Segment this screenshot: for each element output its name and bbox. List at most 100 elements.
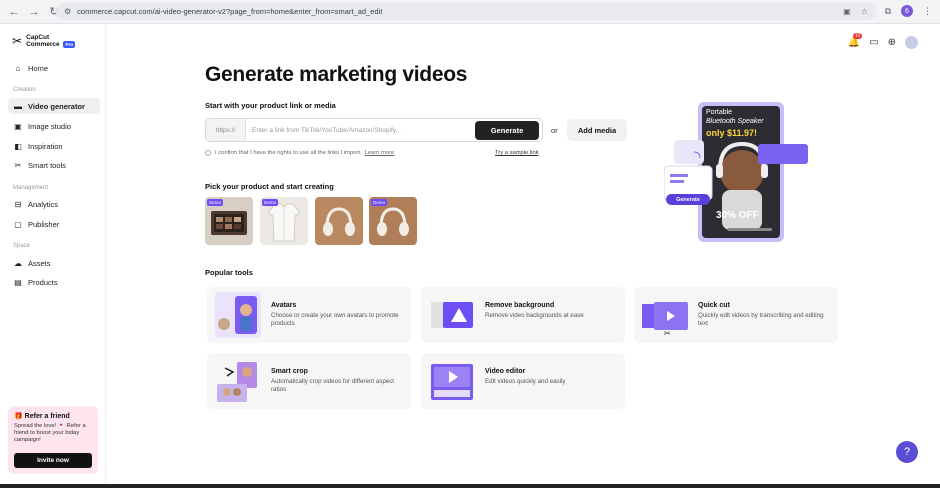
pick-product-heading: Pick your product and start creating [205,182,334,191]
help-button[interactable]: ? [896,441,918,463]
back-icon[interactable]: ← [6,4,22,20]
sidebar-item-publisher[interactable]: ▢ Publisher [8,216,100,232]
header-actions: 🔔 10 ▭ ⊕ [848,33,918,49]
product-thumb-palette[interactable]: Demo [205,197,253,245]
tool-title: Avatars [271,302,297,309]
brand-subname: Commerce [26,41,60,49]
notification-icon[interactable]: 🔔 10 [848,33,863,48]
user-avatar[interactable] [905,36,918,49]
tool-title: Remove background [485,302,555,309]
brand-name: CapCut [26,34,50,41]
url-text: commerce.capcut.com/ai-video-generator-v… [77,7,383,16]
sidebar-item-label: Products [28,277,58,287]
demo-tag: Demo [371,199,388,206]
cloud-icon: ☁ [14,258,22,268]
tool-description: Quickly edit videos by transcribing and … [698,312,824,327]
smart-crop-thumbnail [215,358,261,404]
extensions-icon[interactable]: ⧉ [885,6,891,17]
video-editor-thumbnail [429,358,475,404]
product-thumb-headphones-2[interactable]: Demo [369,197,417,245]
page-title: Generate marketing videos [205,63,468,86]
tool-description: Remove video backgrounds at ease [485,312,584,319]
demo-tag: Demo [207,199,224,206]
invite-now-button[interactable]: Invite now [14,453,92,468]
sidebar-item-label: Smart tools [28,160,66,170]
sidebar-item-label: Analytics [28,199,59,209]
demo-tag: Demo [262,199,279,206]
or-label: or [551,126,558,135]
hero-price: only $11.97! [706,128,758,138]
menu-icon[interactable]: ⋮ [923,6,932,17]
video-icon: ▬ [14,101,22,111]
svg-text:✂: ✂ [664,329,671,338]
sidebar-item-assets[interactable]: ☁ Assets [8,255,100,271]
product-thumb-headphones-1[interactable] [315,197,363,245]
generate-button[interactable]: Generate [475,121,539,140]
consent-row: I confirm that I have the rights to use … [205,150,394,156]
tool-description: Automatically crop videos for different … [271,378,395,393]
hero-illustration: Portable Bluetooth Speaker only $11.97! … [663,100,814,245]
install-icon[interactable]: ▣ [843,7,851,16]
tool-title: Smart crop [271,368,308,375]
popular-tools-heading: Popular tools [205,268,253,277]
section-label-management: Management [13,185,49,191]
hero-line1: Portable [706,109,733,116]
tool-card-remove-background[interactable]: Remove background Remove video backgroun… [421,287,625,343]
site-info-icon[interactable]: ⚙ [64,7,71,16]
tool-card-smart-crop[interactable]: Smart crop Automatically crop videos for… [207,353,411,409]
smart-tools-icon: ✂ [14,160,22,170]
protocol-prefix: https:// [206,119,246,141]
hero-line2: Bluetooth Speaker [706,118,764,125]
sidebar-item-smart-tools[interactable]: ✂ Smart tools [8,157,100,173]
pro-badge: Pro [63,41,75,48]
tool-card-video-editor[interactable]: Video editor Edit videos quickly and eas… [421,353,625,409]
taskbar-edge [0,484,940,488]
learn-more-link[interactable]: Learn more [365,150,395,156]
tool-card-avatars[interactable]: Avatars Choose or create your own avatar… [207,287,411,343]
gift-icon: 🎁 [14,413,25,420]
tool-description: Choose or create your own avatars to pro… [271,312,399,327]
tool-card-quick-cut[interactable]: ✂ Quick cut Quickly edit videos by trans… [634,287,838,343]
home-icon: ⌂ [15,63,21,73]
refer-title: Refer a friend [24,413,70,420]
sidebar-item-inspiration[interactable]: ◧ Inspiration [8,138,100,154]
refer-card: 🎁 Refer a friend Spread the love! 💌 Refe… [8,406,98,474]
consent-text: I confirm that I have the rights to use … [215,150,362,156]
sidebar-item-label: Assets [28,258,51,268]
section-label-creation: Creation [13,87,36,93]
cart-icon[interactable]: ▭ [869,37,878,48]
notification-count: 10 [852,33,863,39]
sidebar-item-analytics[interactable]: ⊟ Analytics [8,196,100,212]
tool-title: Quick cut [698,302,730,309]
tool-title: Video editor [485,368,526,375]
sidebar-item-label: Publisher [28,219,60,229]
inspiration-icon: ◧ [14,141,22,151]
help-icon: ? [903,446,911,458]
publisher-icon: ▢ [14,219,22,229]
sidebar: ✂ CapCut Commerce Pro ⌂ Home Creation ▬ … [0,24,106,488]
sample-link[interactable]: Try a sample link [495,150,539,156]
forward-icon[interactable]: → [26,4,42,20]
sidebar-item-home[interactable]: ⌂ Home [8,60,100,76]
sidebar-item-label: Video generator [28,101,85,111]
product-link-field[interactable]: https:// Enter a link from TikTok/YouTub… [205,118,543,142]
avatars-thumbnail [215,292,261,338]
product-thumb-shirt[interactable]: Demo [260,197,308,245]
analytics-icon: ⊟ [14,199,22,209]
remove-background-thumbnail [429,292,475,338]
profile-avatar[interactable]: 6 [901,5,913,17]
section-label-space: Space [13,243,31,249]
sidebar-item-label: Inspiration [28,141,63,151]
capcut-logo[interactable]: ✂ CapCut Commerce Pro [12,34,75,48]
consent-checkbox[interactable] [205,150,211,156]
add-media-button[interactable]: Add media [567,119,627,141]
address-bar[interactable]: ⚙ commerce.capcut.com/ai-video-generator… [56,3,876,20]
tool-description: Edit videos quickly and easily [485,378,566,385]
sidebar-item-products[interactable]: ▤ Products [8,274,100,290]
hero-discount: 30% OFF [716,210,759,221]
sidebar-item-video-generator[interactable]: ▬ Video generator [8,98,100,114]
language-icon[interactable]: ⊕ [888,37,896,48]
bookmark-icon[interactable]: ☆ [861,7,868,16]
sidebar-item-image-studio[interactable]: ▣ Image studio [8,118,100,134]
headphones-image [323,207,355,236]
